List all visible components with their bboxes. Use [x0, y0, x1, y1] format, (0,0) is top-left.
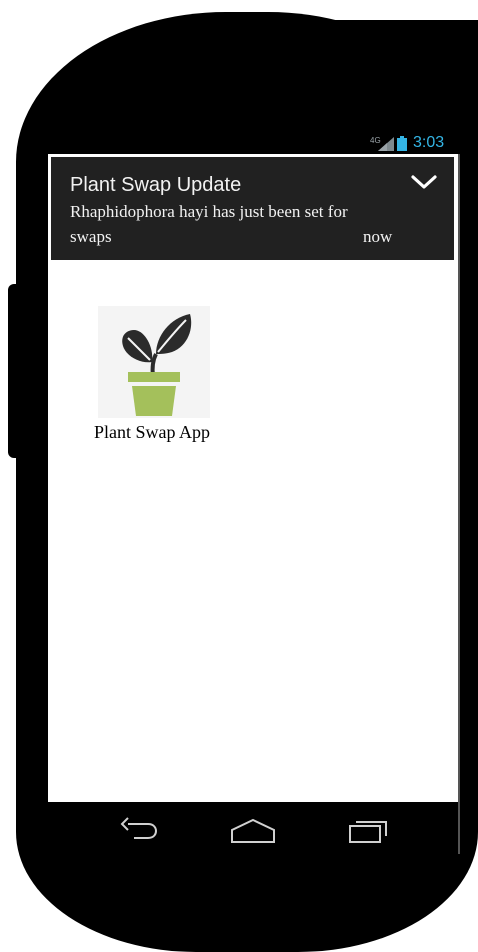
- chevron-down-icon[interactable]: [409, 171, 439, 193]
- app-shortcut-plant-swap[interactable]: Plant Swap App: [84, 306, 220, 466]
- notification-time: now: [363, 227, 393, 246]
- signal-icon: [378, 137, 394, 151]
- home-icon[interactable]: [230, 816, 276, 846]
- volume-side-button: [8, 284, 18, 458]
- notification-card[interactable]: Plant Swap Update Rhaphidophora hayi has…: [51, 157, 454, 260]
- app-label: Plant Swap App: [93, 422, 210, 442]
- back-icon[interactable]: [118, 816, 160, 846]
- notification-message: Rhaphidophora hayi has just been set for: [70, 202, 348, 221]
- status-bar: 4G 3:03: [364, 134, 478, 154]
- navigation-bar: [16, 802, 478, 862]
- notification-message-continued: swaps: [70, 227, 112, 246]
- battery-icon: [397, 136, 407, 151]
- notification-title: Plant Swap Update: [70, 174, 242, 196]
- status-clock: 3:03: [413, 134, 445, 151]
- home-screen: Plant Swap Update Rhaphidophora hayi has…: [48, 154, 458, 802]
- potted-plant-icon[interactable]: [98, 306, 210, 418]
- screen-edge: [458, 154, 460, 854]
- recents-icon[interactable]: [346, 816, 390, 846]
